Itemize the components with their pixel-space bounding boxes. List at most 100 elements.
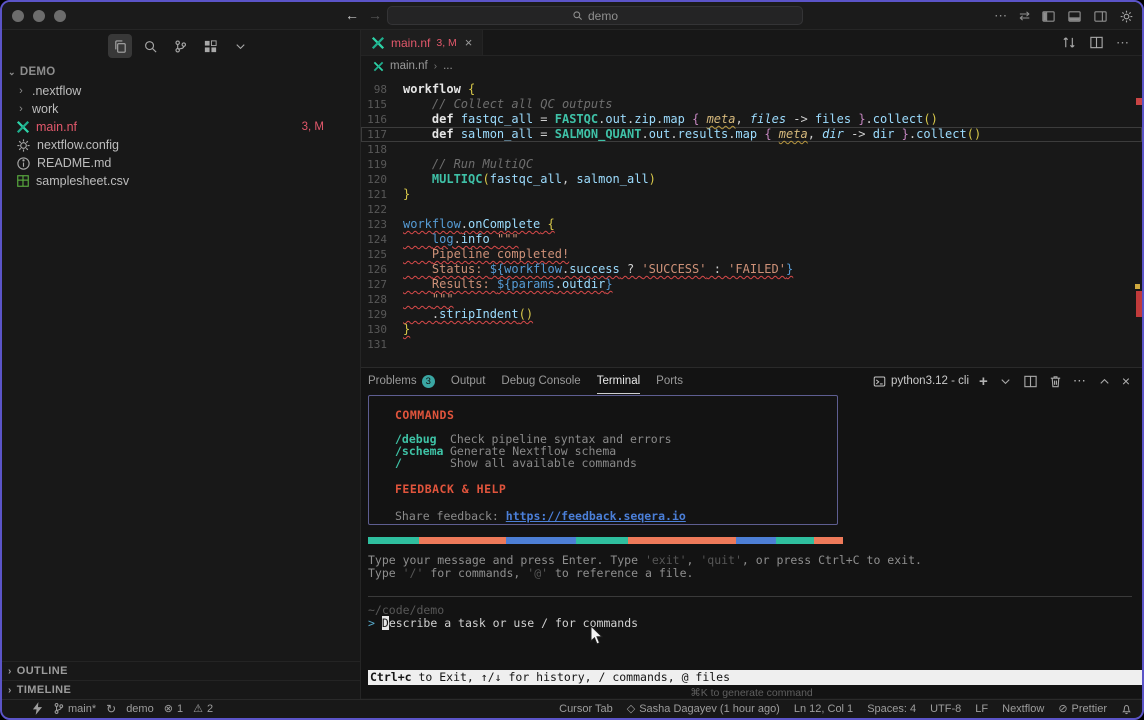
activity-copy-button[interactable] bbox=[108, 34, 132, 58]
code-line-123[interactable]: 123workflow.onComplete { bbox=[361, 217, 1142, 232]
tree-item-nextflow-config[interactable]: nextflow.config bbox=[2, 136, 360, 154]
breadcrumb-rest[interactable]: ... bbox=[443, 60, 453, 72]
explorer-section-header[interactable]: ⌄ DEMO bbox=[2, 62, 360, 82]
status-left-sync[interactable]: ↻ bbox=[106, 702, 116, 716]
more-icon[interactable]: ⋯ bbox=[1073, 373, 1087, 389]
layout-panel-icon[interactable] bbox=[1067, 9, 1082, 24]
close-icon[interactable]: × bbox=[1122, 373, 1130, 389]
status-right-ln-12-col-1[interactable]: Ln 12, Col 1 bbox=[794, 703, 853, 715]
terminal-instance[interactable]: python3.12 - cli bbox=[873, 375, 969, 388]
split-editor-icon[interactable] bbox=[1089, 35, 1104, 50]
code-line-124[interactable]: 124 log.info """ bbox=[361, 232, 1142, 247]
close-tab-icon[interactable]: × bbox=[465, 35, 473, 50]
code-line-115[interactable]: 115 // Collect all QC outputs bbox=[361, 97, 1142, 112]
swap-arrows-icon[interactable]: ⇄ bbox=[1019, 8, 1030, 24]
forward-icon[interactable]: → bbox=[368, 7, 382, 23]
tab-main-nf[interactable]: main.nf 3, M × bbox=[361, 30, 483, 55]
settings-gear-icon[interactable] bbox=[1119, 9, 1134, 24]
traffic-lights bbox=[12, 10, 66, 22]
layout-sidebar-icon[interactable] bbox=[1041, 9, 1056, 24]
code-text: workflow { bbox=[403, 82, 475, 97]
code-line-116[interactable]: 116 def fastqc_all = FASTQC.out.zip.map … bbox=[361, 112, 1142, 127]
status-right-nextflow[interactable]: Nextflow bbox=[1002, 703, 1044, 715]
editor-group: main.nf 3, M × ⋯ main.nf › ... 98workflo… bbox=[361, 30, 1142, 699]
status-right-bell[interactable] bbox=[1121, 703, 1132, 715]
trash-icon[interactable] bbox=[1048, 374, 1063, 389]
status-left-remote[interactable] bbox=[32, 702, 43, 715]
compare-icon[interactable] bbox=[1062, 35, 1077, 50]
close-window-button[interactable] bbox=[12, 10, 24, 22]
layout-secondary-icon[interactable] bbox=[1093, 9, 1108, 24]
status-right-sasha-dagayev-1-hour-ago[interactable]: ◇Sasha Dagayev (1 hour ago) bbox=[627, 702, 780, 715]
code-line-118[interactable]: 118 bbox=[361, 142, 1142, 157]
plus-icon[interactable]: + bbox=[979, 373, 988, 390]
progress-segment bbox=[628, 537, 736, 544]
panel-tab-problems[interactable]: Problems3 bbox=[368, 368, 435, 394]
chevron-right-icon: › bbox=[16, 85, 26, 97]
panel-tab-output[interactable]: Output bbox=[451, 368, 486, 394]
code-text: workflow.onComplete { bbox=[403, 217, 555, 232]
breadcrumb[interactable]: main.nf › ... bbox=[361, 56, 1142, 76]
status-right-lf[interactable]: LF bbox=[975, 703, 988, 715]
activity-search-button[interactable] bbox=[138, 34, 162, 58]
code-line-121[interactable]: 121} bbox=[361, 187, 1142, 202]
tree-item-work[interactable]: ›work bbox=[2, 100, 360, 118]
status-left-main[interactable]: main* bbox=[53, 702, 96, 715]
command-center-search[interactable]: demo bbox=[387, 6, 803, 25]
tree-item-main-nf[interactable]: main.nf3, M bbox=[2, 118, 360, 136]
code-line-117[interactable]: 117 def salmon_all = SALMON_QUANT.out.re… bbox=[361, 127, 1142, 142]
section-outline[interactable]: ›OUTLINE bbox=[2, 661, 360, 680]
more-icon[interactable]: ⋯ bbox=[994, 8, 1008, 24]
status-left-demo[interactable]: demo bbox=[126, 703, 154, 715]
status-right-spaces-4[interactable]: Spaces: 4 bbox=[867, 703, 916, 715]
code-line-125[interactable]: 125 Pipeline completed! bbox=[361, 247, 1142, 262]
code-line-98[interactable]: 98workflow { bbox=[361, 82, 1142, 97]
tree-item-samplesheet-csv[interactable]: samplesheet.csv bbox=[2, 172, 360, 190]
code-line-122[interactable]: 122 bbox=[361, 202, 1142, 217]
code-line-127[interactable]: 127 Results: ${params.outdir} bbox=[361, 277, 1142, 292]
feedback-link[interactable]: https://feedback.seqera.io bbox=[506, 509, 686, 523]
terminal[interactable]: COMMANDS /debugCheck pipeline syntax and… bbox=[361, 394, 1142, 698]
status-right-cursor-tab[interactable]: Cursor Tab bbox=[559, 703, 613, 715]
line-number: 126 bbox=[361, 262, 403, 277]
activity-chevron-down-button[interactable] bbox=[228, 34, 252, 58]
activity-source-control-button[interactable] bbox=[168, 34, 192, 58]
code-text: MULTIQC(fastqc_all, salmon_all) bbox=[403, 172, 656, 187]
source-control-icon bbox=[173, 39, 188, 54]
code-line-126[interactable]: 126 Status: ${workflow.success ? 'SUCCES… bbox=[361, 262, 1142, 277]
chevron-down-icon: ⌄ bbox=[8, 67, 16, 78]
back-icon[interactable]: ← bbox=[345, 7, 359, 23]
terminal-input-bar[interactable]: Ctrl+c to Exit, ↑/↓ for history, / comma… bbox=[368, 670, 1142, 685]
status-right-prettier[interactable]: ⊘Prettier bbox=[1058, 702, 1107, 715]
more-icon[interactable]: ⋯ bbox=[1116, 34, 1130, 52]
panel-tab-debug-console[interactable]: Debug Console bbox=[501, 368, 580, 394]
minimize-window-button[interactable] bbox=[33, 10, 45, 22]
status-left-2[interactable]: ⚠2 bbox=[193, 702, 213, 715]
cwd-label: ~/code/demo bbox=[368, 603, 444, 617]
tree-item--nextflow[interactable]: ›.nextflow bbox=[2, 82, 360, 100]
chevron-up-icon[interactable] bbox=[1097, 374, 1112, 389]
panel-tab-ports[interactable]: Ports bbox=[656, 368, 683, 394]
zoom-window-button[interactable] bbox=[54, 10, 66, 22]
status-left-1[interactable]: ⊗1 bbox=[164, 702, 183, 715]
code-line-119[interactable]: 119 // Run MultiQC bbox=[361, 157, 1142, 172]
activity-extensions-button[interactable] bbox=[198, 34, 222, 58]
chevron-down-icon[interactable] bbox=[998, 374, 1013, 389]
remote-icon bbox=[32, 702, 43, 715]
terminal-cursor: D bbox=[382, 616, 389, 630]
code-line-131[interactable]: 131 bbox=[361, 337, 1142, 352]
code-editor[interactable]: 98workflow {115 // Collect all QC output… bbox=[361, 76, 1142, 367]
breadcrumb-file[interactable]: main.nf bbox=[390, 60, 428, 72]
tree-item-readme-md[interactable]: README.md bbox=[2, 154, 360, 172]
code-line-128[interactable]: 128 """ bbox=[361, 292, 1142, 307]
panel-tab-terminal[interactable]: Terminal bbox=[597, 368, 640, 394]
code-line-129[interactable]: 129 .stripIndent() bbox=[361, 307, 1142, 322]
code-line-130[interactable]: 130} bbox=[361, 322, 1142, 337]
line-number: 120 bbox=[361, 172, 403, 187]
code-line-120[interactable]: 120 MULTIQC(fastqc_all, salmon_all) bbox=[361, 172, 1142, 187]
branch-icon bbox=[53, 702, 64, 715]
status-right-utf-8[interactable]: UTF-8 bbox=[930, 703, 961, 715]
nextflow-icon bbox=[16, 120, 30, 134]
section-timeline[interactable]: ›TIMELINE bbox=[2, 680, 360, 699]
split-editor-icon[interactable] bbox=[1023, 374, 1038, 389]
